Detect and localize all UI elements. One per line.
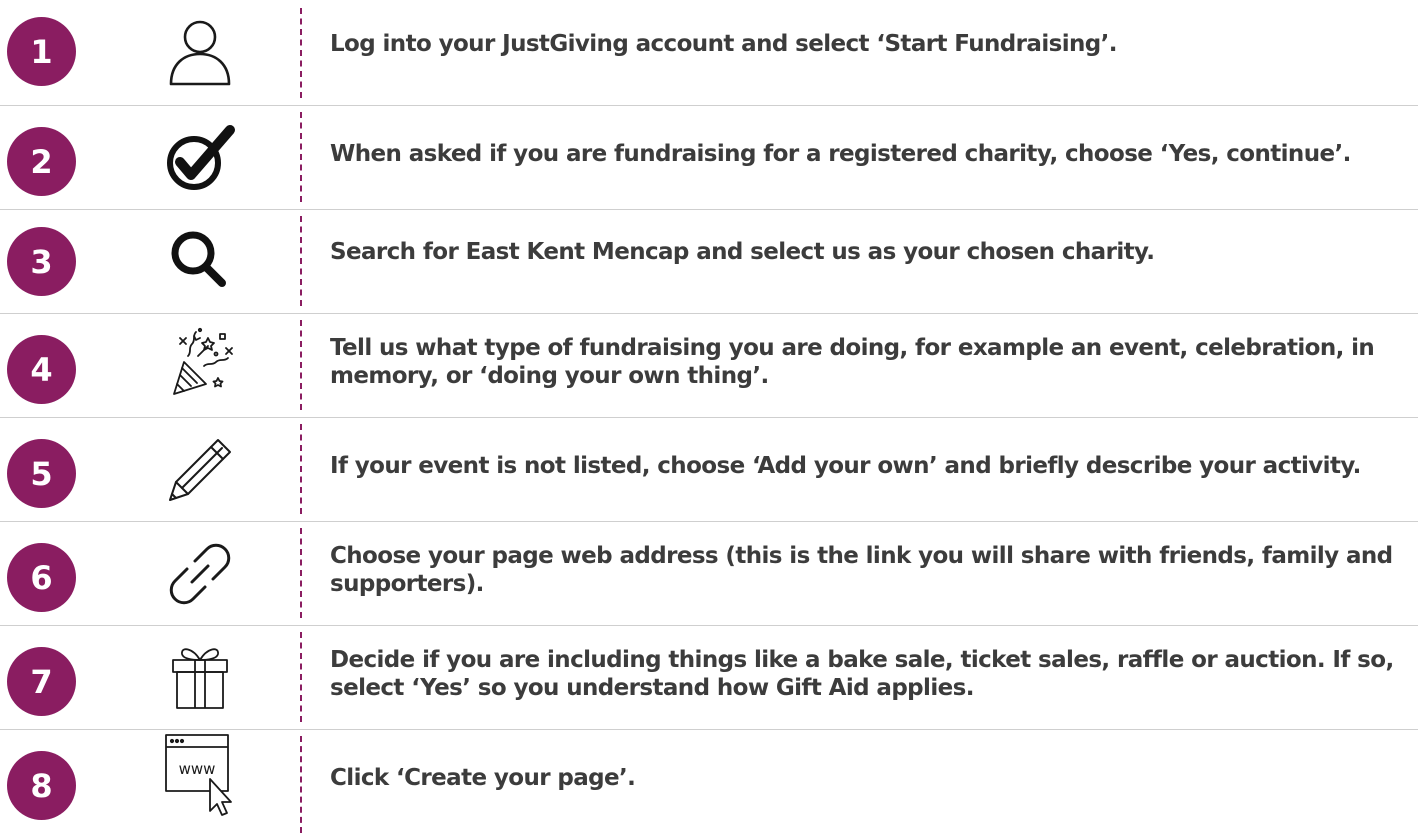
pencil-icon [150, 428, 250, 508]
step-number-badge: 6 [7, 543, 76, 612]
dashed-divider [300, 736, 302, 833]
link-icon [150, 534, 250, 614]
www-label: www [179, 760, 216, 778]
step-8: 8 www Click ‘Create your page’. [0, 728, 1418, 833]
step-text: Search for East Kent Mencap and select u… [330, 239, 1155, 265]
check-circle-icon [150, 119, 250, 199]
dashed-divider [300, 424, 302, 514]
step-text: Tell us what type of fundraising you are… [330, 335, 1375, 389]
dashed-divider [300, 8, 302, 98]
step-5: 5 If your event is not listed, choose ‘A… [0, 416, 1418, 520]
step-text: If your event is not listed, choose ‘Add… [330, 453, 1361, 479]
party-popper-icon [150, 324, 250, 404]
step-3: 3 Search for East Kent Mencap and select… [0, 208, 1418, 312]
search-icon [150, 220, 250, 300]
step-text: When asked if you are fundraising for a … [330, 141, 1351, 167]
dashed-divider [300, 112, 302, 202]
step-text: Log into your JustGiving account and sel… [330, 31, 1118, 57]
step-number-badge: 8 [7, 751, 76, 820]
dashed-divider [300, 528, 302, 618]
step-7: 7 Decide if you are including things lik… [0, 624, 1418, 728]
dashed-divider [300, 216, 302, 306]
step-1: 1 Log into your JustGiving account and s… [0, 0, 1418, 104]
step-text: Decide if you are including things like … [330, 647, 1394, 701]
user-icon [150, 12, 250, 92]
steps-list: 1 Log into your JustGiving account and s… [0, 0, 1418, 833]
gift-icon [150, 634, 250, 714]
step-number-badge: 7 [7, 647, 76, 716]
step-number-badge: 4 [7, 335, 76, 404]
step-number-badge: 2 [7, 127, 76, 196]
step-6: 6 Choose your page web address (this is … [0, 520, 1418, 624]
browser-www-icon: www [150, 734, 250, 816]
dashed-divider [300, 320, 302, 410]
step-text: Choose your page web address (this is th… [330, 543, 1393, 597]
step-number-badge: 5 [7, 439, 76, 508]
dashed-divider [300, 632, 302, 722]
step-4: 4 Tell us what type of fundraising you a… [0, 312, 1418, 416]
step-number-badge: 3 [7, 227, 76, 296]
step-number-badge: 1 [7, 17, 76, 86]
step-text: Click ‘Create your page’. [330, 765, 636, 791]
step-2: 2 When asked if you are fundraising for … [0, 104, 1418, 208]
